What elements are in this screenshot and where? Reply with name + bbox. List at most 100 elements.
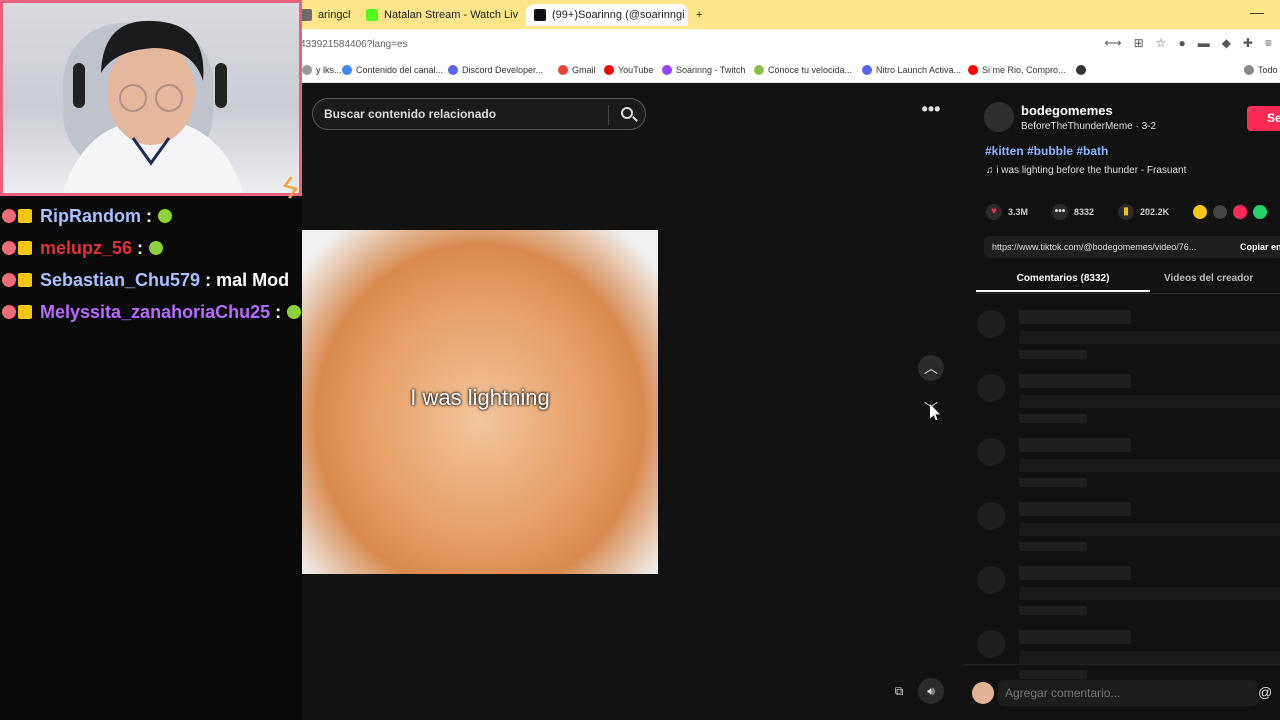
skeleton-avatar xyxy=(977,438,1005,466)
share-icon[interactable] xyxy=(1253,205,1268,219)
bookmark-icon xyxy=(862,65,872,75)
translate-icon[interactable]: ⟷ xyxy=(1104,36,1121,50)
skeleton-line xyxy=(1019,502,1131,516)
badge-icon xyxy=(18,305,32,319)
star-icon[interactable]: ☆ xyxy=(1156,36,1167,50)
follow-button[interactable]: Seg xyxy=(1247,106,1280,131)
save-button[interactable]: ▮ 202.2K xyxy=(1118,204,1169,220)
bookmark-item[interactable]: Contenido del canal... xyxy=(342,65,443,75)
skeleton-line xyxy=(1019,566,1131,580)
skeleton-avatar xyxy=(977,502,1005,530)
search-input[interactable]: Buscar contenido relacionado xyxy=(324,107,496,121)
comment-button[interactable]: ••• 8332 xyxy=(1052,204,1094,220)
bookmark-icon xyxy=(754,65,764,75)
chat-text: : mal Mod xyxy=(205,270,290,290)
share-icon[interactable] xyxy=(1213,205,1228,219)
chat-text: : xyxy=(146,206,152,226)
emote-icon xyxy=(149,241,164,255)
stream-overlay: ϟ RipRandom: melupz_56: Sebastian_Chu579: … xyxy=(0,0,302,720)
tab-creator-videos[interactable]: Videos del creador xyxy=(1164,273,1253,284)
skeleton-line xyxy=(1019,350,1087,359)
vpn-icon[interactable]: ◆ xyxy=(1222,36,1231,50)
bookmark-label: Si me Rio, Compro... xyxy=(982,65,1066,75)
url-field[interactable]: 433921584406?lang=es xyxy=(300,39,408,50)
new-tab-button[interactable]: + xyxy=(696,4,702,26)
chat-username[interactable]: Sebastian_Chu579 xyxy=(40,264,200,296)
streamer-figure xyxy=(63,20,243,193)
skeleton-line xyxy=(1019,478,1087,487)
comment-count: 8332 xyxy=(1074,207,1095,217)
previous-video-button[interactable]: ︿ xyxy=(918,355,944,381)
share-icon[interactable] xyxy=(1193,205,1208,219)
bookmark-label: YouTube xyxy=(618,65,654,75)
minimize-icon[interactable]: — xyxy=(1250,4,1264,20)
mention-icon[interactable]: @ xyxy=(1258,684,1272,700)
like-button[interactable]: ♥ 3.3M xyxy=(986,204,1028,220)
tab-label: aringch... xyxy=(318,9,350,21)
share-link[interactable]: https://www.tiktok.com/@bodegomemes/vide… xyxy=(992,242,1196,252)
bookmark-label: Conoce tu velocida... xyxy=(768,65,853,75)
share-link-bar: https://www.tiktok.com/@bodegomemes/vide… xyxy=(984,236,1280,258)
bookmark-item[interactable]: YouTube xyxy=(604,65,653,75)
skeleton-line xyxy=(1019,630,1131,644)
bookmark-icon xyxy=(302,65,312,75)
bookmark-item[interactable]: Todo xyxy=(1244,65,1278,75)
bookmark-icon xyxy=(968,65,978,75)
search-icon[interactable] xyxy=(621,107,633,119)
chat-username[interactable]: RipRandom xyxy=(40,200,141,232)
bookmark-icon xyxy=(448,65,458,75)
tab-label: (99+)Soarinng (@soarinngi xyxy=(552,9,685,21)
bookmark-label: Gmail xyxy=(572,65,596,75)
bookmark-icon xyxy=(558,65,568,75)
search-box[interactable]: Buscar contenido relacionado xyxy=(312,98,646,130)
skeleton-line xyxy=(1019,523,1280,536)
browser-tab[interactable]: (99+)Soarinng (@soarinngi× xyxy=(526,4,688,26)
details-tabs: Comentarios (8332) Videos del creador xyxy=(976,268,1280,294)
hashtags[interactable]: #kitten #bubble #bath xyxy=(985,144,1108,158)
tab-comments[interactable]: Comentarios (8332) xyxy=(976,273,1150,292)
bookmark-label: Nitro Launch Activa... xyxy=(876,65,962,75)
bookmark-icon xyxy=(1244,65,1254,75)
bookmark-item[interactable]: Si me Rio, Compro... xyxy=(968,65,1066,75)
picture-in-picture-icon[interactable]: ⧉ xyxy=(888,678,910,704)
author-name[interactable]: bodegomemes xyxy=(1021,103,1113,118)
bookmark-item[interactable] xyxy=(1076,65,1090,75)
heart-icon: ♥ xyxy=(986,204,1002,220)
browser-tab[interactable]: Natalan Stream - Watch Live on× xyxy=(366,4,518,26)
comment-input[interactable] xyxy=(998,680,1258,706)
chat-username[interactable]: melupz_56 xyxy=(40,232,132,264)
bookmark-icon: ▮ xyxy=(1118,204,1135,220)
bookmark-icon xyxy=(662,65,672,75)
puzzle-icon[interactable]: ✚ xyxy=(1243,36,1253,50)
chat-username[interactable]: Melyssita_zanahoriaChu25 xyxy=(40,296,270,328)
browser-tab[interactable]: aringch...× xyxy=(300,4,350,26)
extension-icon[interactable]: ● xyxy=(1178,36,1185,50)
badge-icon xyxy=(2,305,16,319)
more-options-icon[interactable]: ••• xyxy=(916,100,946,122)
bookmark-item[interactable]: Nitro Launch Activa... xyxy=(862,65,961,75)
bookmark-item[interactable]: Soarinng - Twitch xyxy=(662,65,745,75)
address-bar-icons: ⟷ ⊞ ☆ ● ▬ ◆ ✚ ≡ xyxy=(1104,36,1272,50)
skeleton-line xyxy=(1019,414,1087,423)
author-avatar[interactable] xyxy=(984,102,1014,132)
share-icon[interactable] xyxy=(1233,205,1248,219)
bookmark-item[interactable]: y lks... xyxy=(302,65,342,75)
bookmark-item[interactable]: Conoce tu velocida... xyxy=(754,65,852,75)
badge-icon xyxy=(2,241,16,255)
install-icon[interactable]: ⊞ xyxy=(1134,36,1144,50)
chat-text: : xyxy=(275,302,282,322)
like-count: 3.3M xyxy=(1008,207,1029,217)
skeleton-line xyxy=(1019,459,1280,472)
video-details-panel: bodegomemes BeforeTheThunderMeme · 3-2 S… xyxy=(962,84,1280,720)
menu-icon[interactable]: ≡ xyxy=(1265,36,1272,50)
bookmark-item[interactable]: Gmail xyxy=(558,65,596,75)
video-player[interactable]: I was lightning xyxy=(302,230,658,574)
action-row: ♥ 3.3M ••• 8332 ▮ 202.2K xyxy=(986,204,1268,220)
music-label[interactable]: ♫ i was lighting before the thunder - Fr… xyxy=(986,165,1186,176)
pdf-icon[interactable]: ▬ xyxy=(1198,36,1210,50)
screen: aringch...× Natalan Stream - Watch Live o… xyxy=(0,0,1280,720)
volume-icon[interactable]: 🔊︎ xyxy=(918,678,944,704)
copy-link-button[interactable]: Copiar en xyxy=(1240,236,1280,258)
skeleton-line xyxy=(1019,542,1087,551)
bookmark-item[interactable]: Discord Developer... xyxy=(448,65,543,75)
